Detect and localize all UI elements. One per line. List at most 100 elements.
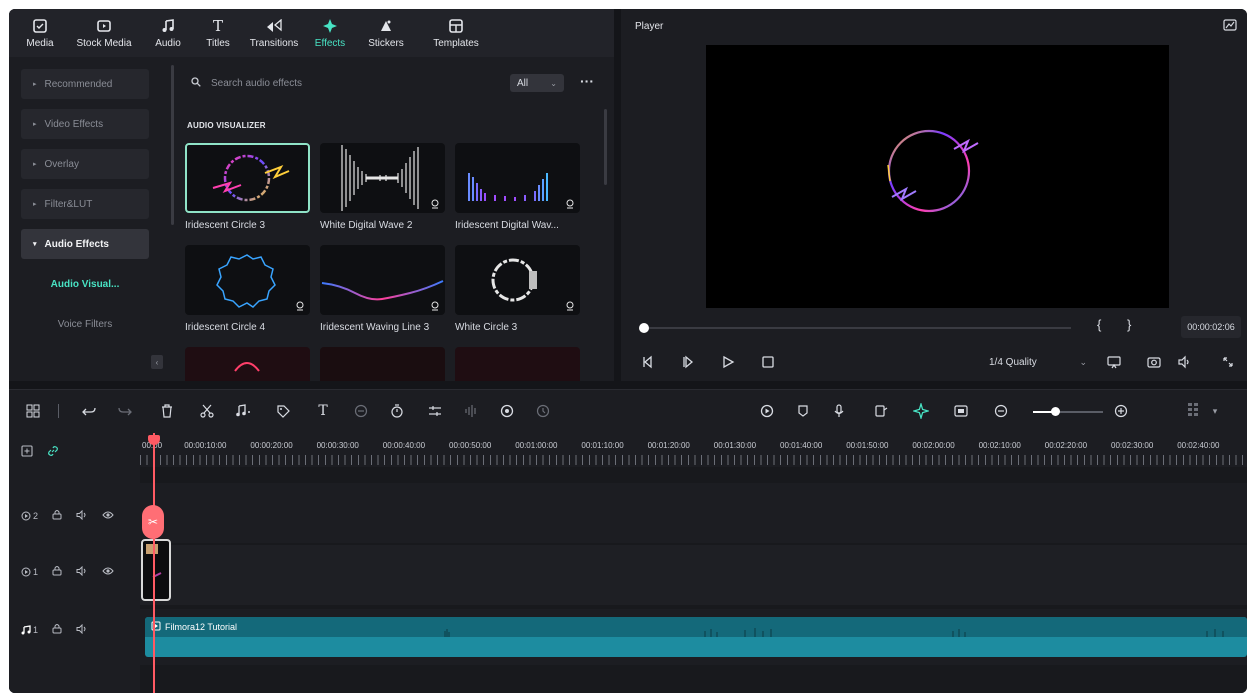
play-icon[interactable] xyxy=(721,355,735,369)
lock-icon[interactable] xyxy=(52,623,62,636)
effect-card-partial[interactable] xyxy=(455,347,580,381)
adjust-icon[interactable] xyxy=(427,403,443,419)
marker-shield-icon[interactable] xyxy=(795,403,811,419)
zoom-slider-handle[interactable] xyxy=(1051,407,1060,416)
add-track-icon[interactable] xyxy=(21,445,33,459)
microphone-icon[interactable] xyxy=(831,403,847,419)
download-icon[interactable] xyxy=(295,301,305,311)
collapse-nav-button[interactable]: ‹ xyxy=(151,355,163,369)
video-track-2-lane[interactable] xyxy=(140,483,1247,543)
ruler-label: 00:01:30:00 xyxy=(713,441,757,450)
redo-icon[interactable] xyxy=(117,403,133,419)
track-layout-icon[interactable] xyxy=(1185,403,1201,419)
chevron-down-icon: ⌄ xyxy=(1079,356,1087,367)
effect-card-white-digital-wave-2[interactable]: White Digital Wave 2 xyxy=(320,143,445,231)
lock-icon[interactable] xyxy=(52,565,62,578)
effect-card-iridescent-circle-4[interactable]: Iridescent Circle 4 xyxy=(185,245,310,333)
preview-screen[interactable] xyxy=(706,45,1169,308)
nav-item-recommended[interactable]: ▸ Recommended xyxy=(21,69,149,99)
speaker-icon[interactable] xyxy=(76,565,88,578)
duration-icon[interactable] xyxy=(535,403,551,419)
stock-media-icon xyxy=(96,18,112,34)
stop-icon[interactable] xyxy=(761,355,775,369)
effect-thumbnail xyxy=(455,347,580,381)
nav-scrollbar[interactable] xyxy=(171,65,174,225)
text-tool-icon[interactable]: T xyxy=(315,403,331,419)
volume-icon[interactable] xyxy=(1177,355,1191,369)
color-match-icon[interactable] xyxy=(353,403,369,419)
tab-effects[interactable]: Effects xyxy=(305,9,355,57)
more-options-icon[interactable]: ··· xyxy=(577,73,597,93)
video-clip[interactable] xyxy=(141,539,171,601)
time-ruler[interactable]: 00:0000:00:10:0000:00:20:0000:00:30:0000… xyxy=(140,433,1247,467)
nav-item-audio-effects[interactable]: ▾ Audio Effects xyxy=(21,229,149,259)
tab-templates[interactable]: Templates xyxy=(417,9,495,57)
tag-icon[interactable] xyxy=(275,403,291,419)
split-scissors-icon[interactable] xyxy=(199,403,215,419)
effect-card-iridescent-circle-3[interactable]: Iridescent Circle 3 xyxy=(185,143,310,231)
tab-media[interactable]: Media xyxy=(15,9,65,57)
search-box[interactable] xyxy=(175,71,505,95)
playhead-line[interactable] xyxy=(153,433,155,693)
nav-item-label: Recommended xyxy=(44,78,113,90)
scrubber-handle[interactable] xyxy=(639,323,649,333)
video-track-1-lane[interactable] xyxy=(140,545,1247,605)
effect-card-partial[interactable] xyxy=(185,347,310,381)
eye-icon[interactable] xyxy=(102,566,114,578)
download-icon[interactable] xyxy=(430,301,440,311)
audio-clip[interactable]: Filmora12 Tutorial xyxy=(145,617,1247,657)
tab-transitions[interactable]: Transitions xyxy=(243,9,305,57)
render-preview-icon[interactable] xyxy=(759,403,775,419)
playback-scrubber[interactable] xyxy=(641,327,1071,329)
undo-icon[interactable] xyxy=(81,403,97,419)
search-input[interactable] xyxy=(211,77,451,89)
tab-titles[interactable]: T Titles xyxy=(193,9,243,57)
chevron-down-icon[interactable]: ▾ xyxy=(1207,403,1223,419)
camera-snapshot-icon[interactable] xyxy=(1147,355,1161,369)
layout-grid-icon[interactable] xyxy=(25,403,41,419)
split-at-playhead-button[interactable]: ✂ xyxy=(142,505,164,539)
tab-stickers[interactable]: Stickers xyxy=(355,9,417,57)
fullscreen-icon[interactable] xyxy=(1221,355,1235,369)
subnav-voice-filters[interactable]: Voice Filters xyxy=(21,309,149,339)
effect-card-white-circle-3[interactable]: White Circle 3 xyxy=(455,245,580,333)
delete-icon[interactable] xyxy=(159,403,175,419)
image-snapshot-icon[interactable] xyxy=(1223,19,1237,31)
track-index: 2 xyxy=(33,510,39,521)
download-icon[interactable] xyxy=(565,301,575,311)
effect-card-partial[interactable] xyxy=(320,347,445,381)
speaker-icon[interactable] xyxy=(76,623,88,636)
subnav-audio-visualizer[interactable]: Audio Visual... xyxy=(21,269,149,299)
zoom-in-icon[interactable] xyxy=(1113,403,1129,419)
speed-timer-icon[interactable] xyxy=(389,403,405,419)
mark-in-button[interactable]: { xyxy=(1097,317,1101,332)
audio-waveform-icon[interactable] xyxy=(463,403,479,419)
eye-icon[interactable] xyxy=(102,510,114,522)
tab-audio[interactable]: Audio xyxy=(143,9,193,57)
effect-card-iridescent-waving-line-3[interactable]: Iridescent Waving Line 3 xyxy=(320,245,445,333)
quality-dropdown[interactable]: 1/4 Quality ⌄ xyxy=(983,352,1093,372)
tab-stock-media[interactable]: Stock Media xyxy=(65,9,143,57)
nav-item-overlay[interactable]: ▸ Overlay xyxy=(21,149,149,179)
lock-icon[interactable] xyxy=(52,509,62,522)
snapshot-frame-icon[interactable] xyxy=(953,403,969,419)
audio-edit-icon[interactable] xyxy=(235,403,251,419)
nav-item-video-effects[interactable]: ▸ Video Effects xyxy=(21,109,149,139)
zoom-out-icon[interactable] xyxy=(993,403,1009,419)
download-icon[interactable] xyxy=(430,199,440,209)
voiceover-icon[interactable] xyxy=(873,403,889,419)
nav-item-filter-lut[interactable]: ▸ Filter&LUT xyxy=(21,189,149,219)
link-icon[interactable] xyxy=(47,445,59,459)
mark-out-button[interactable]: } xyxy=(1127,317,1131,332)
previous-frame-icon[interactable] xyxy=(641,355,655,369)
grid-scrollbar[interactable] xyxy=(604,109,607,185)
ai-sparkle-icon[interactable] xyxy=(913,403,929,419)
next-frame-icon[interactable] xyxy=(681,355,695,369)
ai-enhance-icon[interactable] xyxy=(499,403,515,419)
filter-dropdown[interactable]: All ⌄ xyxy=(510,74,564,92)
media-icon xyxy=(32,18,48,34)
download-icon[interactable] xyxy=(565,199,575,209)
effect-card-iridescent-digital-wave[interactable]: Iridescent Digital Wav... xyxy=(455,143,580,231)
display-output-icon[interactable] xyxy=(1107,355,1121,369)
speaker-icon[interactable] xyxy=(76,509,88,522)
